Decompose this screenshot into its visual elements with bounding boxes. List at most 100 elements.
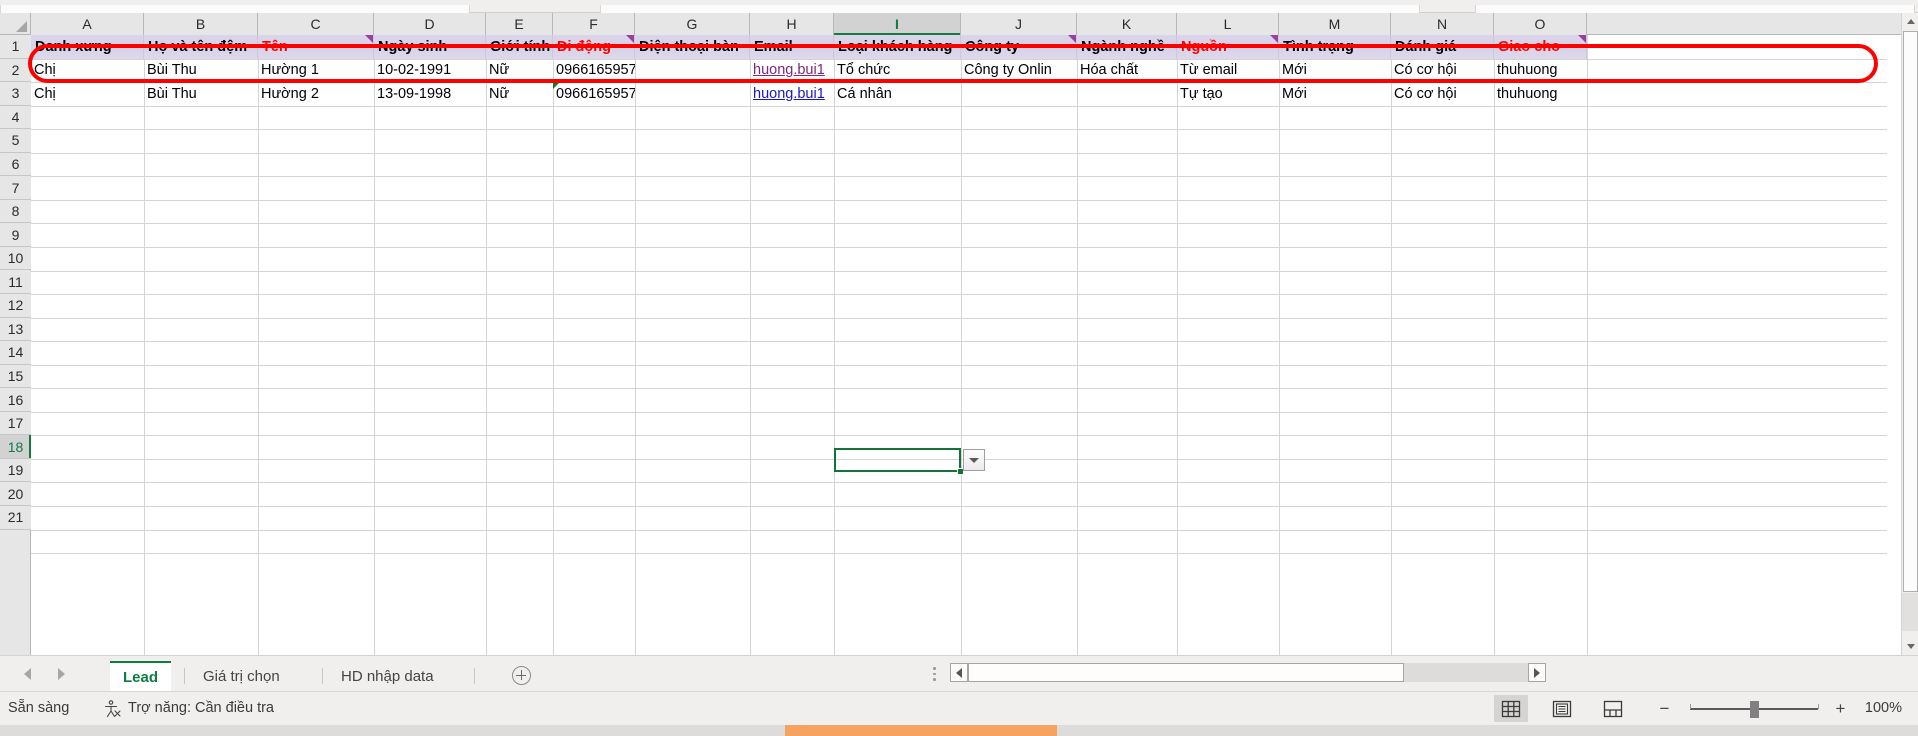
email-link[interactable]: huong.bui1	[753, 86, 825, 102]
zoom-level-label[interactable]: 100%	[1865, 700, 1902, 716]
header-cell-c[interactable]: Tên	[258, 35, 374, 59]
cell-o2[interactable]: thuhuong	[1494, 59, 1587, 83]
header-cell-b[interactable]: Họ và tên đệm	[144, 35, 258, 59]
column-header-f[interactable]: F	[553, 13, 635, 35]
row-header-11[interactable]: 11	[0, 270, 31, 295]
header-cell-n[interactable]: Đánh giá	[1391, 35, 1494, 59]
sheet-tab-hd-nhap-data[interactable]: HD nhập data	[328, 661, 447, 691]
header-cell-h[interactable]: Email	[750, 35, 834, 59]
cell-n2[interactable]: Có cơ hội	[1391, 59, 1494, 83]
column-header-m[interactable]: M	[1279, 13, 1391, 35]
cell-l3[interactable]: Tự tạo	[1177, 82, 1279, 106]
row-header-column[interactable]: 1 2 3 4 5 6 7 8 9 10 11 12 13 14 15 16 17 18 19 20 21	[0, 35, 31, 655]
horizontal-scroll-thumb[interactable]	[968, 663, 1404, 682]
cell-i2[interactable]: Tổ chức	[834, 59, 961, 83]
header-cell-j[interactable]: Công ty	[961, 35, 1077, 59]
row-header-10[interactable]: 10	[0, 246, 31, 271]
cell-h3[interactable]: huong.bui1	[750, 82, 834, 106]
row-header-18[interactable]: 18	[0, 435, 31, 459]
cell-k2[interactable]: Hóa chất	[1077, 59, 1177, 83]
scroll-down-button[interactable]	[1902, 638, 1918, 655]
header-cell-d[interactable]: Ngày sinh	[374, 35, 486, 59]
data-validation-dropdown-button[interactable]	[963, 449, 985, 472]
row-header-9[interactable]: 9	[0, 223, 31, 247]
sheet-nav-next-button[interactable]	[52, 665, 70, 683]
cell-j3[interactable]	[961, 82, 1077, 106]
cell-g2[interactable]	[635, 59, 750, 83]
cell-a2[interactable]: Chị	[31, 59, 144, 83]
header-cell-g[interactable]: Điện thoại bàn	[635, 35, 750, 59]
vertical-scrollbar[interactable]	[1901, 13, 1918, 655]
cell-i3[interactable]: Cá nhân	[834, 82, 961, 106]
row-header-14[interactable]: 14	[0, 341, 31, 365]
cell-m2[interactable]: Mới	[1279, 59, 1391, 83]
row-header-16[interactable]: 16	[0, 388, 31, 412]
vertical-scroll-track[interactable]	[1902, 593, 1918, 631]
row-header-7[interactable]: 7	[0, 176, 31, 200]
view-page-layout-button[interactable]	[1545, 695, 1579, 722]
row-header-5[interactable]: 5	[0, 129, 31, 153]
cell-a3[interactable]: Chị	[31, 82, 144, 106]
column-header-o[interactable]: O	[1494, 13, 1587, 35]
hscroll-left-button[interactable]	[950, 663, 968, 682]
row-header-21[interactable]: 21	[0, 506, 31, 530]
header-cell-k[interactable]: Ngành nghề	[1077, 35, 1177, 59]
column-header-g[interactable]: G	[635, 13, 750, 35]
cell-c2[interactable]: Hường 1	[258, 59, 374, 83]
column-header-c[interactable]: C	[258, 13, 374, 35]
cell-g3[interactable]	[635, 82, 750, 106]
column-header-d[interactable]: D	[374, 13, 486, 35]
cell-d3[interactable]: 13-09-1998	[374, 82, 486, 106]
selected-cell-i18[interactable]	[834, 448, 961, 472]
row-header-13[interactable]: 13	[0, 317, 31, 342]
cell-f3[interactable]: 0966165957	[553, 82, 635, 106]
view-normal-button[interactable]	[1494, 695, 1528, 722]
view-page-break-preview-button[interactable]	[1596, 695, 1630, 722]
cell-e3[interactable]: Nữ	[486, 82, 553, 106]
column-header-l[interactable]: L	[1177, 13, 1279, 35]
sheet-tab-gia-tri-chon[interactable]: Giá trị chọn	[190, 661, 293, 691]
row-header-3[interactable]: 3	[0, 82, 31, 106]
cell-h2[interactable]: huong.bui1	[750, 59, 834, 83]
header-cell-f[interactable]: Di động	[553, 35, 635, 59]
header-cell-a[interactable]: Danh xưng	[31, 35, 144, 59]
accessibility-status-text[interactable]: Trợ năng: Cần điều tra	[128, 700, 274, 716]
header-cell-o[interactable]: Giao cho	[1494, 35, 1587, 59]
row-header-6[interactable]: 6	[0, 152, 31, 177]
cell-b2[interactable]: Bùi Thu	[144, 59, 258, 83]
cell-n3[interactable]: Có cơ hội	[1391, 82, 1494, 106]
row-header-19[interactable]: 19	[0, 458, 31, 483]
scroll-up-button[interactable]	[1902, 13, 1918, 30]
column-header-k[interactable]: K	[1077, 13, 1177, 35]
column-header-a[interactable]: A	[31, 13, 144, 35]
horizontal-scroll-track[interactable]	[968, 663, 1528, 682]
header-cell-m[interactable]: Tình trạng	[1279, 35, 1391, 59]
column-header-h[interactable]: H	[750, 13, 834, 35]
zoom-in-button[interactable]: +	[1832, 699, 1849, 718]
column-header-b[interactable]: B	[144, 13, 258, 35]
horizontal-scrollbar[interactable]	[950, 663, 1546, 682]
cell-l2[interactable]: Từ email	[1177, 59, 1279, 83]
cell-e2[interactable]: Nữ	[486, 59, 553, 83]
header-cell-e[interactable]: Giới tính	[486, 35, 553, 59]
row-header-8[interactable]: 8	[0, 199, 31, 224]
cell-c3[interactable]: Hường 2	[258, 82, 374, 106]
cell-f2[interactable]: 0966165957	[553, 59, 635, 83]
spreadsheet-grid[interactable]: ABCDEFGHIJKLMNO 1 2 3 4 5 6 7 8 9 10 11 12 13 14 15 16 1…	[0, 13, 1918, 655]
row-header-15[interactable]: 15	[0, 364, 31, 389]
column-header-j[interactable]: J	[961, 13, 1077, 35]
zoom-out-button[interactable]: −	[1656, 699, 1673, 718]
row-header-4[interactable]: 4	[0, 105, 31, 130]
add-sheet-button[interactable]	[512, 666, 531, 685]
header-cell-i[interactable]: Loại khách hàng	[834, 35, 961, 59]
sheet-tab-lead[interactable]: Lead	[110, 661, 172, 691]
header-cell-l[interactable]: Nguồn	[1177, 35, 1279, 59]
cell-o3[interactable]: thuhuong	[1494, 82, 1587, 106]
hscroll-right-button[interactable]	[1528, 663, 1546, 682]
row-header-12[interactable]: 12	[0, 294, 31, 318]
zoom-slider-thumb[interactable]	[1750, 701, 1759, 718]
cell-b3[interactable]: Bùi Thu	[144, 82, 258, 106]
cell-k3[interactable]	[1077, 82, 1177, 106]
email-link[interactable]: huong.bui1	[753, 62, 825, 78]
row-header-20[interactable]: 20	[0, 482, 31, 506]
